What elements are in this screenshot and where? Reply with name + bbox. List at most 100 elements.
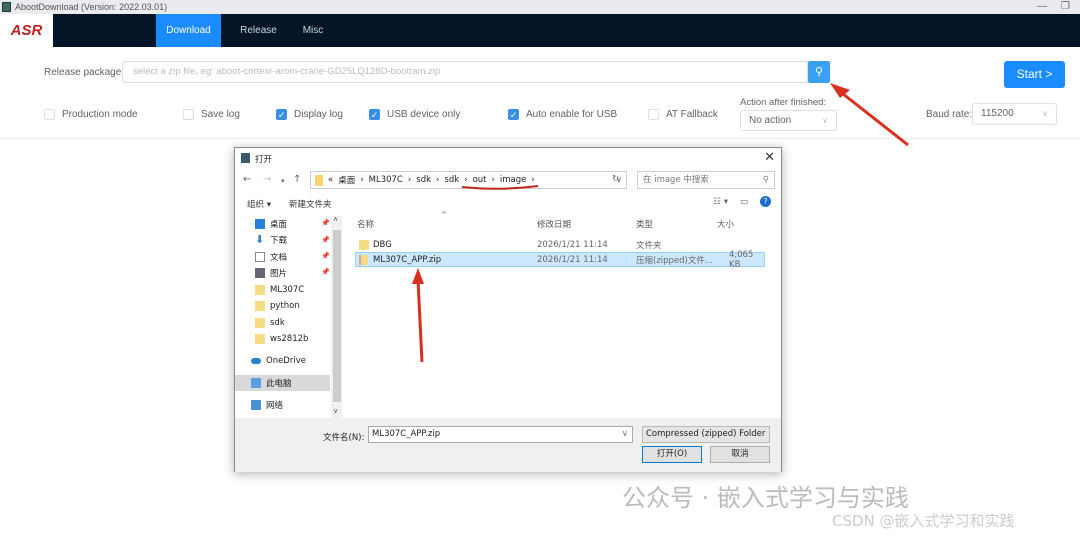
checkbox-label: Save log [201, 108, 240, 120]
nav-item-desktop[interactable]: 桌面 [255, 216, 287, 231]
column-header: 名称 ^ 修改日期 类型 大小 [353, 211, 773, 234]
action-after-finished-select[interactable]: No action ∨ [740, 110, 837, 131]
chevron-down-icon: ∨ [1042, 109, 1048, 118]
start-button[interactable]: Start > [1004, 61, 1065, 88]
nav-item-onedrive[interactable]: OneDrive [251, 353, 306, 368]
nav-item-python[interactable]: python [255, 298, 300, 313]
view-options-icon[interactable]: ☷ ▾ [713, 197, 728, 207]
checkbox-box-checked[interactable]: ✓ [276, 108, 287, 120]
breadcrumb-item[interactable]: 桌面 [338, 174, 355, 186]
dialog-titlebar [235, 148, 781, 168]
nav-item-downloads[interactable]: ⬇ 下载 [255, 232, 287, 247]
column-name[interactable]: 名称 [357, 218, 374, 230]
filetype-select[interactable]: Compressed (zipped) Folder [642, 426, 770, 443]
up-arrow-icon[interactable]: ↑ [293, 174, 301, 185]
refresh-icon[interactable]: ↻ [612, 174, 619, 184]
file-type: 压缩(zipped)文件... [636, 256, 713, 266]
file-size: 4,065 KB [729, 250, 754, 270]
nav-item-ml307c[interactable]: ML307C [255, 282, 304, 297]
pin-icon: 📌 [321, 268, 330, 276]
checkbox-box[interactable] [183, 108, 194, 120]
cancel-button[interactable]: 取消 [710, 446, 770, 463]
breadcrumb-item[interactable]: image [500, 175, 526, 185]
file-date: 2026/1/21 11:14 [537, 240, 608, 250]
address-bar[interactable]: « 桌面 › ML307C › sdk › sdk › out › image › ∨ [310, 171, 627, 189]
minimize-button[interactable]: — [1037, 1, 1047, 12]
checkbox-box-checked[interactable]: ✓ [369, 108, 380, 120]
pin-icon: 📌 [321, 252, 330, 260]
recent-chevron-icon[interactable]: ▾ [281, 177, 285, 185]
file-date: 2026/1/21 11:14 [537, 255, 608, 265]
back-arrow-icon[interactable]: ← [243, 174, 251, 185]
desktop-icon [255, 218, 265, 229]
document-icon [255, 251, 265, 262]
filename-input[interactable]: ML307C_APP.zip ∨ [368, 426, 633, 443]
checkbox-usb-device-only[interactable]: ✓ USB device only [369, 108, 460, 120]
checkbox-label: Auto enable for USB [526, 108, 618, 120]
breadcrumb-overflow[interactable]: « [328, 175, 333, 185]
watermark-csdn: CSDN @嵌入式学习和实践 [832, 512, 1015, 530]
nav-item-pictures[interactable]: 图片 [255, 265, 287, 280]
baud-rate-select[interactable]: 115200 ∨ [972, 103, 1057, 125]
restore-button[interactable]: ❐ [1061, 1, 1070, 12]
window-titlebar: AbootDownload (Version: 2022.03.01) [0, 0, 1080, 14]
folder-icon [255, 300, 265, 311]
column-date[interactable]: 修改日期 [537, 218, 571, 230]
checkbox-box[interactable] [44, 108, 55, 120]
checkbox-label: Production mode [62, 108, 138, 120]
release-package-input[interactable]: select a zip file, eg: aboot-cortexr-aro… [122, 61, 808, 83]
breadcrumb-item[interactable]: ML307C [369, 175, 403, 185]
checkbox-label: Display log [294, 108, 343, 120]
scroll-up-icon[interactable]: ∧ [333, 215, 338, 223]
file-row-selected[interactable]: ML307C_APP.zip 2026/1/21 11:14 压缩(zipped… [357, 250, 767, 270]
checkbox-box[interactable] [648, 108, 659, 120]
breadcrumb-item[interactable]: sdk [444, 175, 459, 185]
watermark-wechat: 公众号 · 嵌入式学习与实践 [622, 484, 909, 512]
tab-misc[interactable]: Misc [288, 14, 338, 47]
forward-arrow-icon[interactable]: → [263, 174, 271, 185]
file-row[interactable]: DBG 2026/1/21 11:14 文件夹 [357, 238, 767, 252]
nav-item-documents[interactable]: 文档 [255, 249, 287, 264]
select-value: 115200 [981, 108, 1014, 119]
new-folder-button[interactable]: 新建文件夹 [289, 198, 332, 210]
scroll-down-icon[interactable]: ∨ [333, 407, 338, 415]
checkbox-box-checked[interactable]: ✓ [508, 108, 519, 120]
arrow-head [830, 83, 850, 98]
breadcrumb-item[interactable]: out [473, 175, 487, 185]
nav-item-ws2812b[interactable]: ws2812b [255, 331, 308, 346]
checkbox-display-log[interactable]: ✓ Display log [276, 108, 343, 120]
scrollbar-thumb[interactable] [333, 230, 341, 402]
nav-label: 桌面 [270, 219, 288, 230]
nav-item-sdk[interactable]: sdk [255, 315, 285, 330]
checkbox-at-fallback[interactable]: AT Fallback [648, 108, 718, 120]
release-package-label: Release package: [44, 67, 125, 78]
tab-download[interactable]: Download [156, 14, 221, 47]
checkbox-save-log[interactable]: Save log [183, 108, 240, 120]
column-size[interactable]: 大小 [717, 218, 734, 230]
help-icon[interactable]: ? [760, 196, 771, 207]
window-controls: — ❐ [1037, 0, 1070, 14]
nav-label: python [270, 300, 300, 311]
folder-search-input[interactable]: 在 image 中搜索 ⚲ [637, 171, 775, 189]
filename-label: 文件名(N): [323, 433, 365, 443]
chevron-down-icon[interactable]: ∨ [622, 427, 628, 442]
checkbox-auto-enable-usb[interactable]: ✓ Auto enable for USB [508, 108, 617, 120]
column-type[interactable]: 类型 [636, 218, 653, 230]
network-icon [251, 399, 261, 410]
open-button[interactable]: 打开(O) [642, 446, 702, 463]
search-placeholder: 在 image 中搜索 [643, 175, 709, 185]
nav-item-network[interactable]: 网络 [251, 397, 283, 412]
search-icon: ⚲ [762, 175, 769, 185]
browse-search-button[interactable]: ⚲ [808, 61, 830, 83]
nav-label: 下载 [270, 235, 288, 246]
preview-pane-icon[interactable]: ▭ [740, 197, 748, 207]
organize-menu[interactable]: 组织 ▾ [247, 198, 271, 210]
picture-icon [255, 267, 265, 278]
red-arrow-annotation [837, 88, 909, 147]
filename-value: ML307C_APP.zip [372, 429, 441, 439]
nav-item-this-pc[interactable]: 此电脑 [251, 375, 292, 390]
tab-release[interactable]: Release [226, 14, 291, 47]
checkbox-production-mode[interactable]: Production mode [44, 108, 138, 120]
close-icon[interactable]: ✕ [764, 150, 775, 165]
breadcrumb-item[interactable]: sdk [416, 175, 431, 185]
